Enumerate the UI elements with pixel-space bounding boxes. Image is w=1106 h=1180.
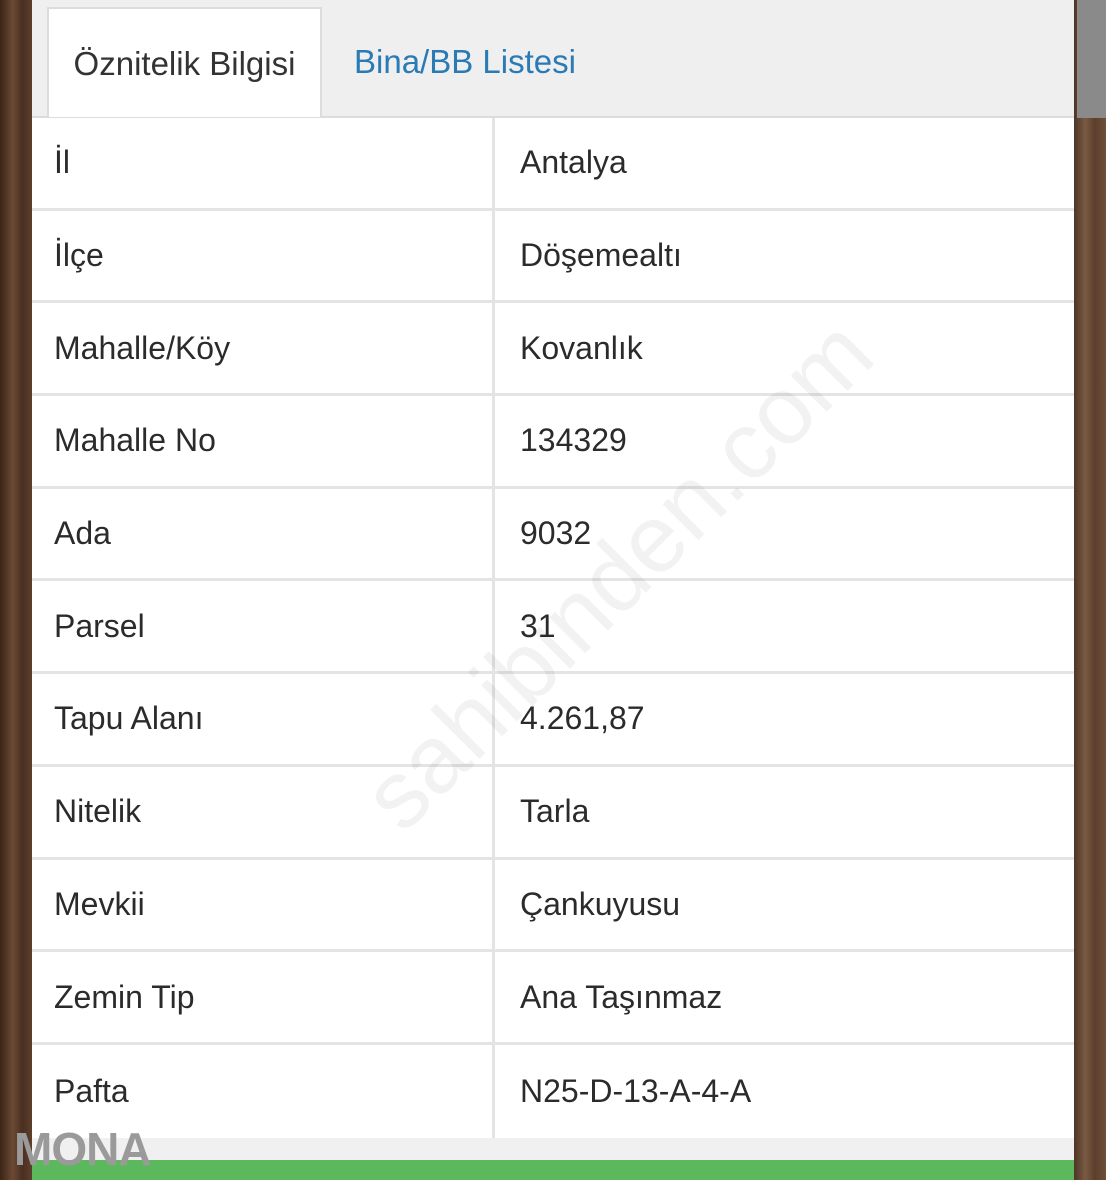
row-key: Tapu Alanı xyxy=(32,674,495,764)
table-row: Nitelik Tarla xyxy=(32,766,1074,860)
row-key: Mevkii xyxy=(32,859,495,950)
row-value: 9032 xyxy=(520,515,592,552)
row-value: Döşemealtı xyxy=(520,237,682,274)
bottom-green-bar xyxy=(32,1160,1074,1180)
row-value: Ana Taşınmaz xyxy=(520,978,723,1015)
tab-attribute-info[interactable]: Öznitelik Bilgisi xyxy=(47,7,322,117)
table-row: İl Antalya xyxy=(32,118,1074,211)
row-value: Tarla xyxy=(520,793,590,830)
row-key: Zemin Tip xyxy=(32,952,495,1042)
tab-building-list[interactable]: Bina/BB Listesi xyxy=(354,7,576,117)
row-value: 4.261,87 xyxy=(520,700,645,737)
mona-logo: MONA xyxy=(14,1123,152,1175)
tab-bar: Öznitelik Bilgisi Bina/BB Listesi xyxy=(32,0,1074,118)
row-key: İlçe xyxy=(32,210,495,301)
background-wood-left xyxy=(0,0,32,1180)
row-key: İl xyxy=(32,118,495,208)
attribute-table: İl Antalya İlçe Döşemealtı Mahalle/Köy K… xyxy=(32,118,1074,1138)
table-row: Parsel 31 xyxy=(32,581,1074,675)
row-key: Ada xyxy=(32,488,495,579)
table-row: Mahalle No 134329 xyxy=(32,396,1074,489)
attribute-panel: Öznitelik Bilgisi Bina/BB Listesi İl Ant… xyxy=(32,0,1074,1180)
scrollbar-thumb[interactable] xyxy=(1077,0,1106,118)
row-value: N25-D-13-A-4-A xyxy=(520,1072,752,1109)
row-value: Antalya xyxy=(520,144,627,181)
row-key: Mahalle No xyxy=(32,396,495,486)
row-value: Kovanlık xyxy=(520,329,643,366)
table-row: İlçe Döşemealtı xyxy=(32,210,1074,304)
background-wood-right xyxy=(1074,0,1106,1180)
row-key: Mahalle/Köy xyxy=(32,303,495,394)
table-row: Mahalle/Köy Kovanlık xyxy=(32,303,1074,397)
row-value: 134329 xyxy=(520,422,627,459)
table-row: Zemin Tip Ana Taşınmaz xyxy=(32,952,1074,1045)
table-row: Tapu Alanı 4.261,87 xyxy=(32,674,1074,767)
row-value: Çankuyusu xyxy=(520,885,681,922)
table-row: Ada 9032 xyxy=(32,488,1074,582)
row-key: Nitelik xyxy=(32,766,495,857)
table-row: Pafta N25-D-13-A-4-A xyxy=(32,1044,1074,1138)
row-value: 31 xyxy=(520,607,556,644)
row-key: Parsel xyxy=(32,581,495,672)
table-row: Mevkii Çankuyusu xyxy=(32,859,1074,953)
